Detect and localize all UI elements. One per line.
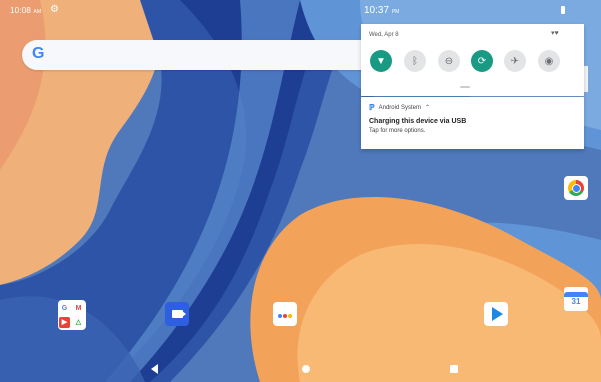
signal-icon: ▾♥ bbox=[551, 30, 559, 37]
youtube-mini-icon: ▶ bbox=[59, 316, 70, 328]
eye-comfort-tile[interactable]: ◉ bbox=[538, 50, 560, 72]
gmail-mini-icon: M bbox=[73, 302, 84, 314]
bluetooth-tile[interactable]: ᛒ bbox=[404, 50, 426, 72]
quick-settings-date: Wed, Apr 8 bbox=[369, 32, 399, 38]
wifi-tile[interactable]: ▼ bbox=[370, 50, 392, 72]
drive-mini-icon: △ bbox=[73, 316, 84, 328]
eye-icon: ◉ bbox=[544, 55, 554, 67]
android-system-icon: ℙ bbox=[369, 103, 375, 112]
assistant-dots-icon bbox=[278, 305, 293, 323]
chrome-logo-icon bbox=[568, 180, 584, 196]
chrome-app-icon[interactable] bbox=[564, 176, 588, 200]
notification-title: Charging this device via USB bbox=[369, 118, 467, 125]
calendar-app-icon[interactable]: 31 bbox=[564, 287, 588, 311]
google-search-bar[interactable]: G bbox=[22, 40, 362, 70]
expand-chevron-icon[interactable]: ⌃ bbox=[425, 104, 430, 111]
back-icon[interactable] bbox=[151, 364, 158, 374]
play-triangle-icon bbox=[492, 307, 503, 321]
do-not-disturb-tile[interactable]: ⊖ bbox=[438, 50, 460, 72]
duo-app-icon[interactable] bbox=[165, 302, 189, 326]
google-apps-folder[interactable]: G M ▶ △ bbox=[58, 300, 86, 330]
status-time-right: 10:37 PM bbox=[364, 5, 400, 16]
google-logo-icon: G bbox=[32, 45, 45, 62]
play-store-app-icon[interactable] bbox=[484, 302, 508, 326]
settings-gear-icon[interactable]: ⚙ bbox=[50, 4, 59, 15]
home-icon[interactable] bbox=[302, 365, 310, 373]
google-mini-icon: G bbox=[59, 302, 70, 314]
quick-settings-panel: Wed, Apr 8 ▾♥ ▼ ᛒ ⊖ ⟳ ✈ ◉ bbox=[361, 24, 584, 96]
auto-rotate-icon: ⟳ bbox=[477, 55, 487, 67]
notification-app-name: Android System bbox=[378, 104, 421, 111]
calendar-day: 31 bbox=[571, 297, 581, 306]
panel-drag-handle[interactable] bbox=[460, 86, 470, 88]
navigation-bar bbox=[0, 358, 601, 382]
wifi-icon: ▼ bbox=[376, 55, 386, 67]
assistant-app-icon[interactable] bbox=[273, 302, 297, 326]
status-bar: 10:08 AM ⚙ 10:37 PM bbox=[0, 0, 601, 22]
battery-icon bbox=[561, 6, 565, 14]
do-not-disturb-icon: ⊖ bbox=[444, 55, 454, 67]
auto-rotate-tile[interactable]: ⟳ bbox=[471, 50, 493, 72]
video-camera-icon bbox=[171, 310, 186, 318]
status-time-left: 10:08 AM bbox=[10, 6, 42, 15]
airplane-mode-icon: ✈ bbox=[510, 55, 520, 67]
notification-text: Tap for more options. bbox=[369, 128, 426, 134]
notification-header: ℙ Android System ⌃ bbox=[369, 103, 430, 112]
recent-apps-icon[interactable] bbox=[450, 365, 458, 373]
bluetooth-icon: ᛒ bbox=[412, 55, 418, 67]
airplane-mode-tile[interactable]: ✈ bbox=[504, 50, 526, 72]
usb-notification[interactable]: ℙ Android System ⌃ Charging this device … bbox=[361, 97, 584, 149]
